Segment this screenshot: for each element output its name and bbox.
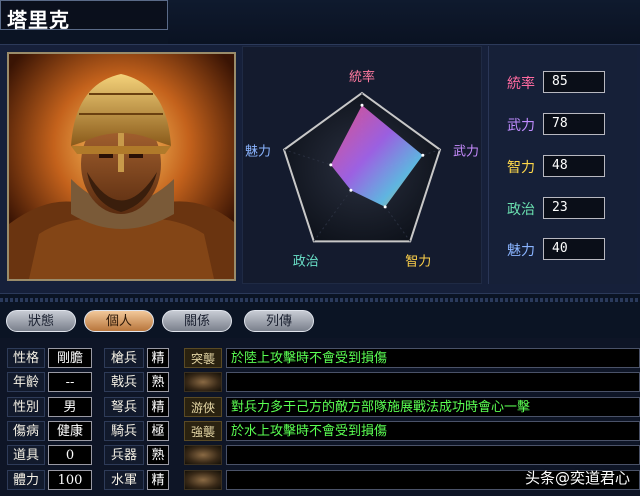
warrior-portrait-image xyxy=(9,54,234,279)
stat-row-charisma: 魅力 40 xyxy=(489,238,637,262)
character-portrait xyxy=(7,52,236,281)
troop-value: 精 xyxy=(147,397,169,417)
ability-radar-chart: 統率武力智力 政治 魅力 xyxy=(242,46,482,284)
radar-label: 政治 xyxy=(293,254,319,269)
personal-value: 男 xyxy=(48,397,92,417)
personal-label: 性別 xyxy=(7,397,45,417)
personal-label: 道具 xyxy=(7,445,45,465)
stat-label: 智力 xyxy=(507,160,535,176)
personal-value: 0 xyxy=(48,445,92,465)
radar-label: 魅力 xyxy=(245,145,271,160)
troop-label: 騎兵 xyxy=(104,421,144,441)
stat-row-politics: 政治 23 xyxy=(489,197,637,221)
radar-point xyxy=(360,103,364,107)
skill-description xyxy=(226,372,640,392)
tab-status[interactable]: 狀態 xyxy=(6,310,76,332)
skill-slot-empty[interactable] xyxy=(184,445,222,465)
radar-label: 統率 xyxy=(349,69,375,85)
stat-label: 統率 xyxy=(507,76,535,92)
radar-label: 智力 xyxy=(405,254,431,269)
stat-label: 武力 xyxy=(507,118,535,134)
stat-value: 85 xyxy=(543,71,605,93)
radar-point xyxy=(329,163,333,167)
radar-point xyxy=(421,153,425,157)
stat-value: 40 xyxy=(543,238,605,260)
troop-value: 精 xyxy=(147,348,169,368)
personal-label: 傷病 xyxy=(7,421,45,441)
troop-label: 水軍 xyxy=(104,470,144,490)
personal-label: 性格 xyxy=(7,348,45,368)
skill-description: 於水上攻擊時不會受到損傷 xyxy=(226,421,640,441)
stat-value: 23 xyxy=(543,197,605,219)
stat-value: 78 xyxy=(543,113,605,135)
character-name: 塔里克 xyxy=(7,8,70,32)
section-divider xyxy=(0,298,640,302)
stat-row-intelligence: 智力 48 xyxy=(489,155,637,179)
troop-label: 弩兵 xyxy=(104,397,144,417)
troop-label: 槍兵 xyxy=(104,348,144,368)
radar-point xyxy=(383,205,387,209)
skill-name[interactable]: 突襲 xyxy=(184,348,222,368)
troop-label: 兵器 xyxy=(104,445,144,465)
watermark-text: 头条@奕道君心 xyxy=(524,469,630,487)
skill-slot-empty[interactable] xyxy=(184,372,222,392)
personal-value: 健康 xyxy=(48,421,92,441)
radar-point xyxy=(349,188,353,192)
top-strip xyxy=(168,0,640,44)
skill-description xyxy=(226,445,640,465)
personal-label: 年齡 xyxy=(7,372,45,392)
radar-svg: 統率武力智力 政治 魅力 xyxy=(245,69,479,269)
stat-label: 魅力 xyxy=(507,243,535,259)
skill-name[interactable]: 游俠 xyxy=(184,397,222,417)
skill-name[interactable]: 強襲 xyxy=(184,421,222,441)
skill-description: 於陸上攻擊時不會受到損傷 xyxy=(226,348,640,368)
troop-value: 精 xyxy=(147,470,169,490)
troop-value: 熟 xyxy=(147,445,169,465)
skill-slot-empty[interactable] xyxy=(184,470,222,490)
troop-value: 極 xyxy=(147,421,169,441)
character-name-box: 塔里克 xyxy=(0,0,168,32)
stats-column: 統率 85 武力 78 智力 48 政治 23 魅力 40 xyxy=(488,46,637,284)
radar-label: 武力 xyxy=(453,145,479,160)
stat-row-strength: 武力 78 xyxy=(489,113,637,137)
tab-relations[interactable]: 關係 xyxy=(162,310,232,332)
tab-personal[interactable]: 個人 xyxy=(84,310,154,332)
skill-description: 對兵力多于己方的敵方部隊施展戰法成功時會心一擊 xyxy=(226,397,640,417)
stat-label: 政治 xyxy=(507,202,535,218)
stat-row-command: 統率 85 xyxy=(489,71,637,95)
stat-value: 48 xyxy=(543,155,605,177)
troop-label: 戟兵 xyxy=(104,372,144,392)
personal-value: -- xyxy=(48,372,92,392)
personal-label: 體力 xyxy=(7,470,45,490)
tab-bar: 狀態 個人 關係 列傳 xyxy=(0,310,640,334)
troop-value: 熟 xyxy=(147,372,169,392)
personal-value: 100 xyxy=(48,470,92,490)
personal-value: 剛膽 xyxy=(48,348,92,368)
tab-biography[interactable]: 列傳 xyxy=(244,310,314,332)
